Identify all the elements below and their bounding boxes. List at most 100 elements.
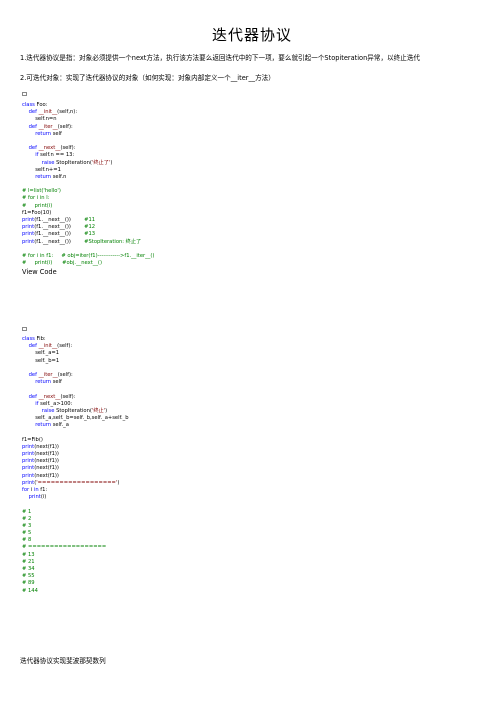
code-line: # 89 (22, 580, 129, 587)
code-line: # 144 (22, 588, 129, 595)
code-line: self._a=1 (22, 350, 129, 357)
code-token: (next(f1)) (34, 451, 59, 457)
code-line: # 8 (22, 537, 129, 544)
code-token: (self): (57, 371, 73, 378)
code-token: (self,n): (57, 109, 78, 116)
code-token: # 5 (22, 530, 32, 537)
code-token: StopIteration( (56, 407, 92, 414)
expand-code-icon[interactable] (22, 92, 27, 96)
code-token: f1=Foo(10) (22, 209, 52, 216)
code-line: def __init__(self): (22, 343, 129, 350)
code-line: print(next(f1)) (22, 458, 129, 465)
code-token: __iter__ (38, 371, 58, 378)
code-line: print(next(f1)) (22, 444, 129, 451)
code-token: return (35, 379, 53, 386)
code-line: return self.n (22, 174, 154, 181)
code-token: # print(i) #obj.__next__() (22, 260, 102, 267)
code-token: # 21 (22, 558, 35, 565)
code-line: return self (22, 131, 154, 138)
code-token: return (35, 130, 53, 137)
code-line: f1=Fib() (22, 437, 129, 444)
code-line: return self._a (22, 422, 129, 429)
code-token: # for i in l: (22, 195, 50, 202)
code-line: self.n=n (22, 116, 154, 123)
code-token: (next(f1)) (34, 458, 59, 465)
code-line: print(next(f1)) (22, 473, 129, 480)
code-token: # 3 (22, 522, 32, 529)
code-line: class Fib: (22, 336, 129, 343)
code-token: ) (117, 479, 120, 486)
code-token: # 1 (22, 508, 32, 515)
code-token: def (28, 123, 39, 130)
code-token: f1=Fib() (22, 436, 43, 443)
code-token: __init__ (38, 109, 58, 116)
code-token: __next__ (38, 393, 61, 400)
code-line: return self (22, 379, 129, 386)
code-line: self._b=1 (22, 358, 129, 365)
code-token: print (28, 494, 41, 501)
code-token: def (28, 109, 39, 116)
code-token: (next(f1)) (34, 465, 59, 472)
code-line: # ================== (22, 544, 129, 551)
code-line: # 3 (22, 523, 129, 530)
code-token: __next__ (38, 145, 61, 152)
code-token: #13 (84, 231, 96, 238)
code-token: self.n+=1 (22, 166, 61, 173)
code-line: # 1 (22, 509, 129, 516)
code-token: # l=list('hello') (22, 188, 61, 195)
code-line: # for i in f1: # obj=iter(f1)-----------… (22, 253, 154, 260)
code-block-foo: class Foo: def __init__(self,n): self.n=… (22, 102, 154, 267)
code-token: Foo: (36, 102, 48, 108)
code-token: (self): (60, 393, 76, 400)
code-token: (self): (57, 343, 73, 350)
code-token: # 89 (22, 580, 35, 587)
code-line: # 5 (22, 530, 129, 537)
code-line: print('==================') (22, 480, 129, 487)
code-token: def (28, 371, 39, 378)
code-token: (i) (40, 494, 47, 501)
code-token: # 13 (22, 551, 35, 558)
code-token: def (28, 145, 39, 152)
code-line: print(i) (22, 494, 129, 501)
code-line: # 13 (22, 552, 129, 559)
paragraph-iterable-object: 2.可迭代对象：实现了迭代器协议的对象（如何实现：对象内部定义一个__iter_… (20, 74, 275, 82)
code-line: f1=Foo(10) (22, 210, 154, 217)
code-line: def __next__(self): (22, 394, 129, 401)
code-token: raise (41, 407, 57, 414)
code-line: # print(i) #obj.__next__() (22, 260, 154, 267)
code-token: # for i in f1: # obj=iter(f1)-----------… (22, 252, 155, 259)
code-token: (next(f1)) (34, 472, 59, 479)
code-token: f1: (40, 486, 48, 493)
code-token: (next(f1)) (34, 443, 59, 450)
code-line: print(next(f1)) (22, 451, 129, 458)
code-token: '终止了' (91, 159, 111, 166)
code-token: class (22, 102, 37, 108)
expand-code-icon[interactable] (22, 327, 27, 331)
code-token: self._a=1 (22, 350, 60, 357)
footer-caption: 迭代器协议实现斐波那契数列 (20, 657, 106, 665)
code-token: self._a>100: (40, 400, 73, 407)
code-line: for i in f1: (22, 487, 129, 494)
code-line: raise StopIteration('终止') (22, 408, 129, 415)
view-code-link[interactable]: View Code (22, 268, 57, 276)
code-token: def (28, 393, 39, 400)
code-token: (f1.__next__()) (34, 217, 85, 223)
code-token: return (35, 173, 53, 180)
code-token: # 34 (22, 566, 35, 572)
code-line: raise StopIteration('终止了') (22, 160, 154, 167)
code-line: print(f1.__next__()) #12 (22, 224, 154, 231)
code-token: print (22, 465, 35, 472)
code-token: (f1.__next__()) (34, 231, 85, 238)
